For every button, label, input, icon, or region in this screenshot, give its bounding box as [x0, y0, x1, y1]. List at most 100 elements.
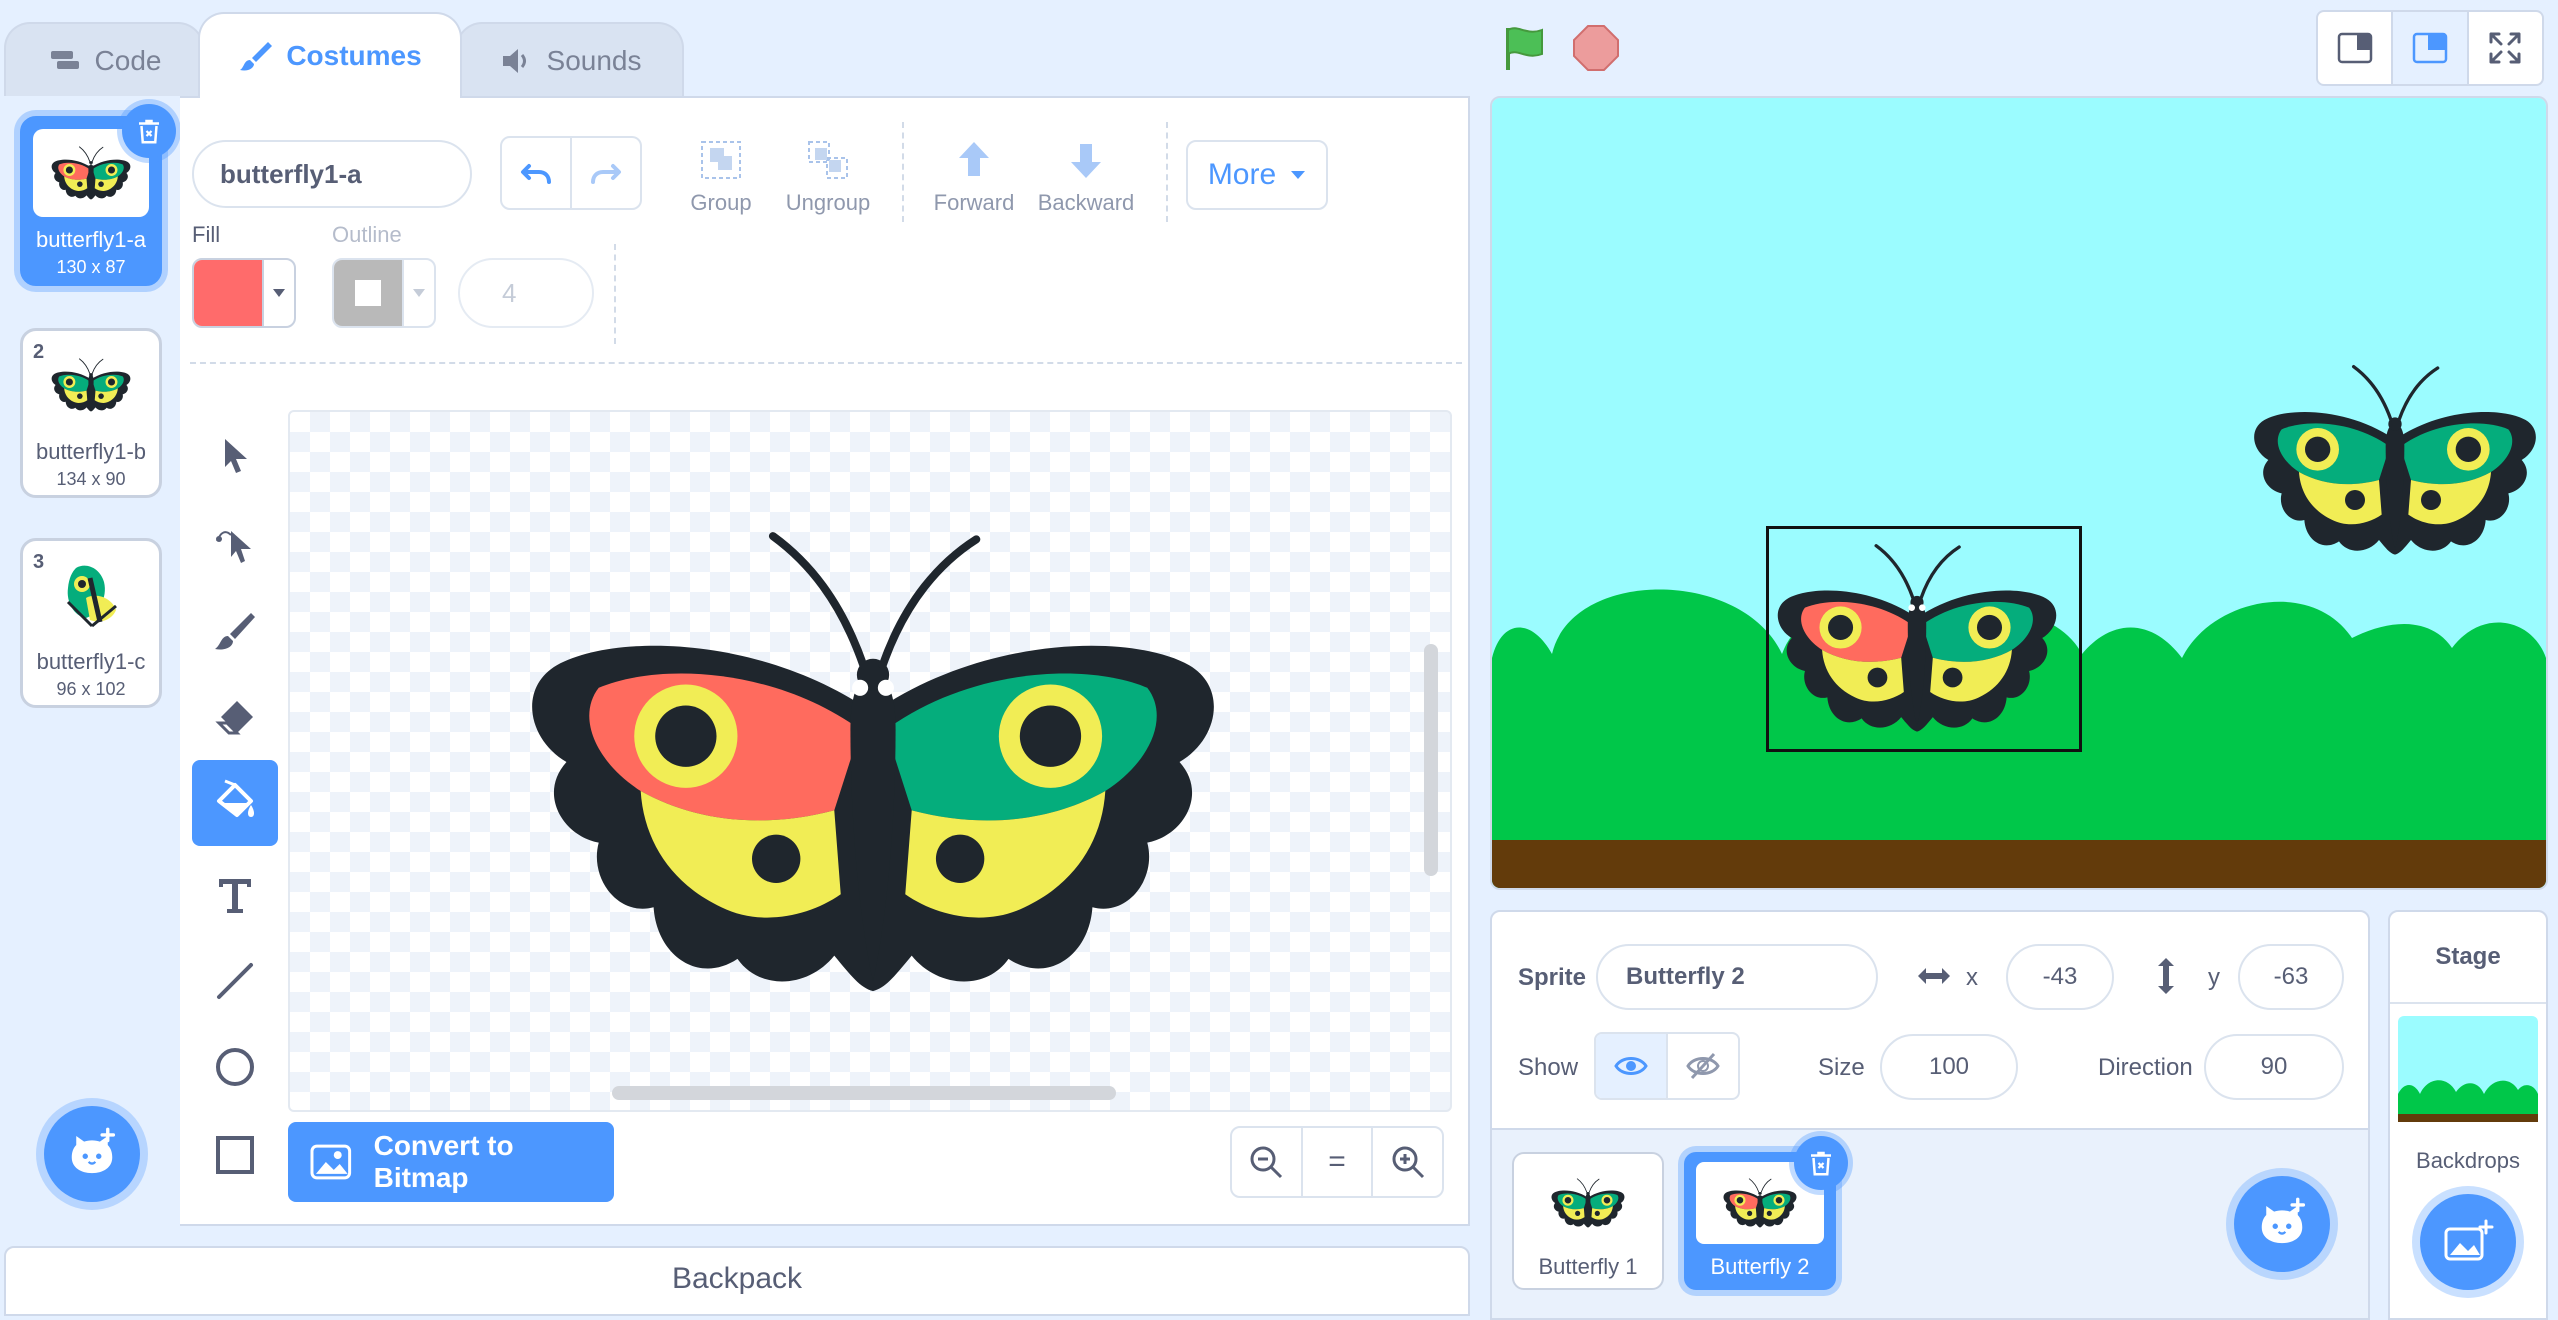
stage-panel[interactable]: Stage Backdrops	[2388, 910, 2548, 1320]
backpack-label: Backpack	[671, 1262, 803, 1295]
zoom-in-button[interactable]	[1371, 1128, 1442, 1196]
fill-color-picker[interactable]	[192, 258, 296, 328]
eye-slash-icon	[1686, 1052, 1720, 1080]
undo-redo-group	[500, 136, 642, 210]
costume-size: 134 x 90	[56, 469, 126, 489]
brush-tool[interactable]	[192, 588, 278, 674]
caret-down-icon	[1291, 171, 1306, 179]
reshape-tool[interactable]	[192, 500, 278, 586]
zoom-controls: =	[1230, 1126, 1444, 1198]
more-button[interactable]: More	[1186, 140, 1328, 210]
delete-sprite-button[interactable]	[1794, 1136, 1848, 1190]
sprite-tile-butterfly-1[interactable]: Butterfly 1	[1512, 1152, 1664, 1290]
eraser-tool[interactable]	[192, 674, 278, 760]
trash-icon	[134, 116, 164, 146]
line-icon	[217, 963, 253, 999]
small-stage-button[interactable]	[2318, 12, 2391, 84]
cat-plus-icon	[2255, 1197, 2309, 1251]
bucket-icon	[217, 779, 254, 817]
butterfly-costume-image	[518, 520, 1228, 1004]
zoom-out-icon	[1250, 1146, 1283, 1179]
fill-tool[interactable]	[192, 760, 278, 846]
redo-button[interactable]	[570, 138, 640, 208]
choose-sprite-button[interactable]	[2234, 1176, 2330, 1272]
green-flag-button[interactable]	[1500, 24, 1550, 77]
brush-icon	[240, 42, 273, 71]
outline-color-picker[interactable]	[332, 258, 436, 328]
stage[interactable]	[1490, 96, 2548, 890]
y-input[interactable]: -63	[2238, 944, 2344, 1010]
fullscreen-icon	[2489, 32, 2521, 64]
sprite-label: Sprite	[1518, 964, 1587, 991]
group-icon	[701, 141, 741, 179]
vertical-scrollbar[interactable]	[1424, 644, 1438, 876]
speaker-icon	[502, 49, 526, 73]
fill-label: Fill	[192, 222, 221, 247]
zoom-out-button[interactable]	[1232, 1128, 1301, 1196]
costume-number: 2	[33, 341, 45, 363]
arrow-up-icon	[959, 142, 989, 176]
stop-icon	[1573, 25, 1619, 71]
circle-tool[interactable]	[192, 1024, 278, 1110]
choose-costume-button[interactable]	[44, 1106, 140, 1202]
arrow-cursor-icon	[225, 439, 247, 473]
rectangle-tool[interactable]	[192, 1112, 278, 1198]
choose-backdrop-button[interactable]	[2420, 1194, 2516, 1290]
line-tool[interactable]	[192, 938, 278, 1024]
show-button[interactable]	[1596, 1034, 1666, 1098]
tab-costumes[interactable]: Costumes	[198, 12, 462, 98]
outline-dropdown[interactable]	[402, 260, 434, 326]
tab-sounds[interactable]: Sounds	[456, 22, 684, 98]
zoom-in-icon	[1392, 1146, 1424, 1179]
hide-button[interactable]	[1666, 1034, 1738, 1098]
stop-button[interactable]	[1572, 24, 1620, 77]
costume-item-3[interactable]: 3 butterfly1-c 96 x 102	[20, 538, 162, 708]
eye-icon	[1614, 1057, 1648, 1075]
select-tool[interactable]	[192, 412, 278, 498]
more-label: More	[1207, 158, 1277, 191]
stroke-width-input[interactable]: 4	[458, 258, 594, 328]
show-label: Show	[1518, 1054, 1579, 1081]
horizontal-arrows-icon	[1918, 968, 1950, 984]
costume-thumbnail	[33, 341, 149, 429]
delete-costume-button[interactable]	[122, 104, 176, 158]
costume-item-2[interactable]: 2 butterfly1-b 134 x 90	[20, 328, 162, 498]
group-button[interactable]: Group	[680, 136, 762, 216]
tab-code[interactable]: Code	[4, 22, 204, 98]
small-stage-icon	[2337, 32, 2372, 64]
backward-label: Backward	[1037, 190, 1135, 215]
size-label: Size	[1818, 1054, 1865, 1081]
convert-to-bitmap-button[interactable]: Convert to Bitmap	[288, 1122, 614, 1202]
fill-swatch	[194, 260, 262, 326]
x-input[interactable]: -43	[2006, 944, 2114, 1010]
code-icon	[50, 51, 79, 69]
convert-label: Convert to Bitmap	[373, 1130, 514, 1193]
direction-label: Direction	[2098, 1054, 2193, 1081]
forward-label: Forward	[933, 190, 1015, 215]
butterfly-1-sprite[interactable]	[2248, 360, 2542, 560]
fill-dropdown[interactable]	[262, 260, 294, 326]
text-tool[interactable]	[192, 852, 278, 938]
horizontal-scrollbar[interactable]	[612, 1086, 1116, 1100]
costume-thumbnail	[33, 551, 149, 639]
backpack[interactable]: Backpack	[4, 1246, 1470, 1316]
size-input[interactable]: 100	[1880, 1034, 2018, 1100]
paint-canvas[interactable]	[288, 410, 1452, 1112]
costume-number: 3	[33, 551, 45, 573]
circle-icon	[216, 1048, 254, 1086]
zoom-reset-button[interactable]: =	[1300, 1128, 1372, 1196]
text-icon	[219, 879, 251, 913]
forward-button[interactable]: Forward	[928, 136, 1020, 216]
undo-button[interactable]	[502, 138, 570, 208]
normal-stage-button[interactable]	[2391, 12, 2467, 84]
toolbar-separator	[190, 362, 1462, 364]
vertical-arrows-icon	[2158, 958, 2174, 994]
backward-button[interactable]: Backward	[1034, 136, 1138, 216]
costume-name-input[interactable]: butterfly1-a	[192, 140, 472, 208]
sprite-name-input[interactable]: Butterfly 2	[1596, 944, 1878, 1010]
fullscreen-button[interactable]	[2466, 12, 2542, 84]
ungroup-button[interactable]: Ungroup	[780, 136, 876, 216]
direction-input[interactable]: 90	[2204, 1034, 2344, 1100]
tab-costumes-label: Costumes	[286, 40, 422, 71]
backdrops-label: Backdrops	[2416, 1148, 2520, 1173]
